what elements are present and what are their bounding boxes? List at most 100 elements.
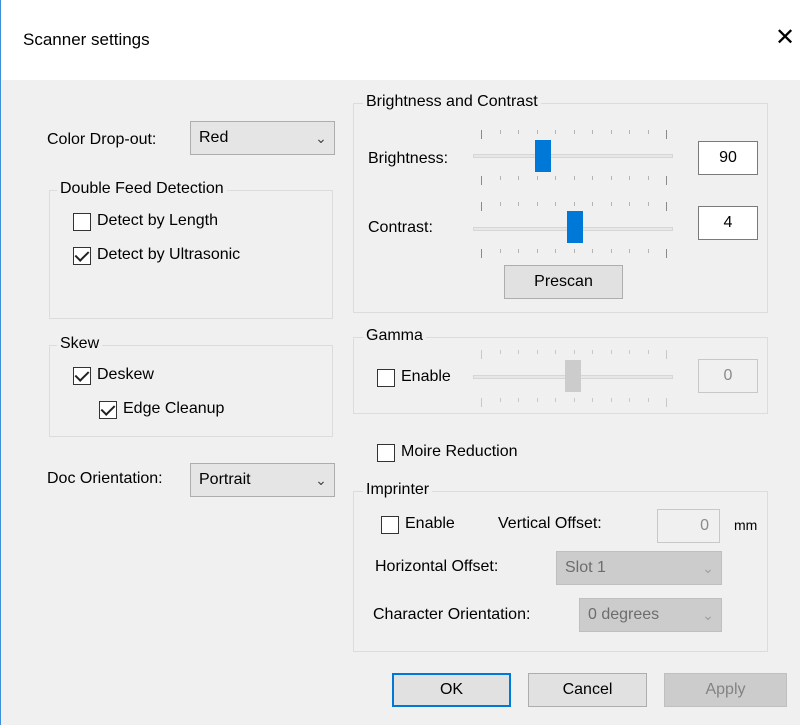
slider-tick xyxy=(481,130,482,139)
prescan-button[interactable]: Prescan xyxy=(504,265,623,299)
slider-tick xyxy=(592,350,593,354)
slider-tick xyxy=(518,176,519,180)
imprinter-enable-label: Enable xyxy=(405,515,455,532)
slider-tick xyxy=(499,176,501,180)
doc-orientation-label: Doc Orientation: xyxy=(47,470,163,487)
slider-tick xyxy=(629,350,630,354)
slider-tick xyxy=(592,202,593,206)
slider-tick xyxy=(573,398,575,402)
slider-tick xyxy=(536,202,538,206)
slider-tick xyxy=(481,350,482,359)
deskew-checkbox[interactable] xyxy=(73,367,91,385)
slider-tick xyxy=(555,176,556,180)
slider-tick xyxy=(592,130,593,134)
gamma-ticks-bottom xyxy=(481,398,667,408)
slider-tick xyxy=(666,350,667,359)
gamma-enable-label: Enable xyxy=(401,368,451,385)
doc-orientation-value: Portrait xyxy=(199,471,251,488)
slider-tick xyxy=(647,176,649,180)
vertical-offset-unit: mm xyxy=(734,517,758,533)
detect-by-length-label: Detect by Length xyxy=(97,212,218,229)
slider-tick xyxy=(481,202,482,211)
brightness-slider-thumb[interactable] xyxy=(535,140,551,172)
moire-reduction-label: Moire Reduction xyxy=(401,443,518,460)
contrast-label: Contrast: xyxy=(368,219,433,236)
slider-tick xyxy=(518,249,519,253)
slider-tick xyxy=(610,202,612,206)
slider-tick xyxy=(592,176,593,180)
horizontal-offset-label: Horizontal Offset: xyxy=(375,558,499,575)
slider-tick xyxy=(629,249,630,253)
doc-orientation-select[interactable]: Portrait ⌄ xyxy=(190,463,335,497)
vertical-offset-input[interactable]: 0 xyxy=(657,509,720,543)
window-title: Scanner settings xyxy=(23,30,150,49)
scanner-settings-dialog: Scanner settings ✕ Color Drop-out: Red ⌄… xyxy=(0,0,800,725)
slider-tick xyxy=(536,130,538,134)
slider-tick xyxy=(666,202,667,211)
gamma-value-input[interactable]: 0 xyxy=(698,359,758,393)
detect-by-ultrasonic-label: Detect by Ultrasonic xyxy=(97,246,241,263)
slider-tick xyxy=(573,249,575,253)
slider-tick xyxy=(499,249,501,253)
color-dropout-label: Color Drop-out: xyxy=(47,131,157,148)
vertical-offset-label: Vertical Offset: xyxy=(498,515,602,532)
slider-tick xyxy=(610,398,612,402)
brightness-value-input[interactable]: 90 xyxy=(698,141,758,175)
slider-tick xyxy=(481,176,482,185)
contrast-ticks-bottom xyxy=(481,249,667,259)
slider-tick xyxy=(647,249,649,253)
imprinter-enable-checkbox[interactable] xyxy=(381,516,399,534)
slider-tick xyxy=(481,398,482,407)
brightness-ticks-top xyxy=(481,130,667,140)
slider-tick xyxy=(481,249,482,258)
color-dropout-select[interactable]: Red ⌄ xyxy=(190,121,335,155)
slider-tick xyxy=(592,398,593,402)
slider-tick xyxy=(499,350,501,354)
chevron-down-icon: ⌄ xyxy=(702,559,714,576)
slider-tick xyxy=(555,202,556,206)
slider-tick xyxy=(555,398,556,402)
slider-tick xyxy=(518,398,519,402)
imprinter-title: Imprinter xyxy=(363,481,433,499)
chevron-down-icon: ⌄ xyxy=(702,606,714,623)
brightness-label: Brightness: xyxy=(368,150,449,167)
slider-tick xyxy=(629,176,630,180)
slider-tick xyxy=(555,249,556,253)
detect-by-length-checkbox[interactable] xyxy=(73,213,91,231)
slider-tick xyxy=(629,202,630,206)
slider-tick xyxy=(536,249,538,253)
character-orientation-select[interactable]: 0 degrees ⌄ xyxy=(579,598,722,632)
slider-tick xyxy=(555,350,556,354)
slider-tick xyxy=(555,130,556,134)
detect-by-ultrasonic-checkbox[interactable] xyxy=(73,247,91,265)
contrast-slider-thumb[interactable] xyxy=(567,211,583,243)
contrast-value-input[interactable]: 4 xyxy=(698,206,758,240)
deskew-label: Deskew xyxy=(97,366,154,383)
character-orientation-value: 0 degrees xyxy=(588,606,660,623)
slider-tick xyxy=(629,130,630,134)
gamma-slider-thumb[interactable] xyxy=(565,360,581,392)
slider-tick xyxy=(499,202,501,206)
slider-tick xyxy=(573,202,575,206)
edge-cleanup-checkbox[interactable] xyxy=(99,401,117,419)
slider-tick xyxy=(573,130,575,134)
slider-tick xyxy=(610,249,612,253)
ok-button[interactable]: OK xyxy=(392,673,511,707)
chevron-down-icon: ⌄ xyxy=(315,471,327,488)
slider-tick xyxy=(666,176,667,185)
horizontal-offset-value: Slot 1 xyxy=(565,559,606,576)
apply-button[interactable]: Apply xyxy=(664,673,787,707)
horizontal-offset-select[interactable]: Slot 1 ⌄ xyxy=(556,551,722,585)
close-icon[interactable]: ✕ xyxy=(773,24,797,52)
slider-tick xyxy=(610,176,612,180)
chevron-down-icon: ⌄ xyxy=(315,129,327,146)
slider-tick xyxy=(592,249,593,253)
brightness-track[interactable] xyxy=(473,154,673,158)
cancel-button[interactable]: Cancel xyxy=(528,673,647,707)
slider-tick xyxy=(629,398,630,402)
slider-tick xyxy=(647,130,649,134)
gamma-enable-checkbox[interactable] xyxy=(377,369,395,387)
slider-tick xyxy=(610,130,612,134)
slider-tick xyxy=(647,202,649,206)
moire-reduction-checkbox[interactable] xyxy=(377,444,395,462)
